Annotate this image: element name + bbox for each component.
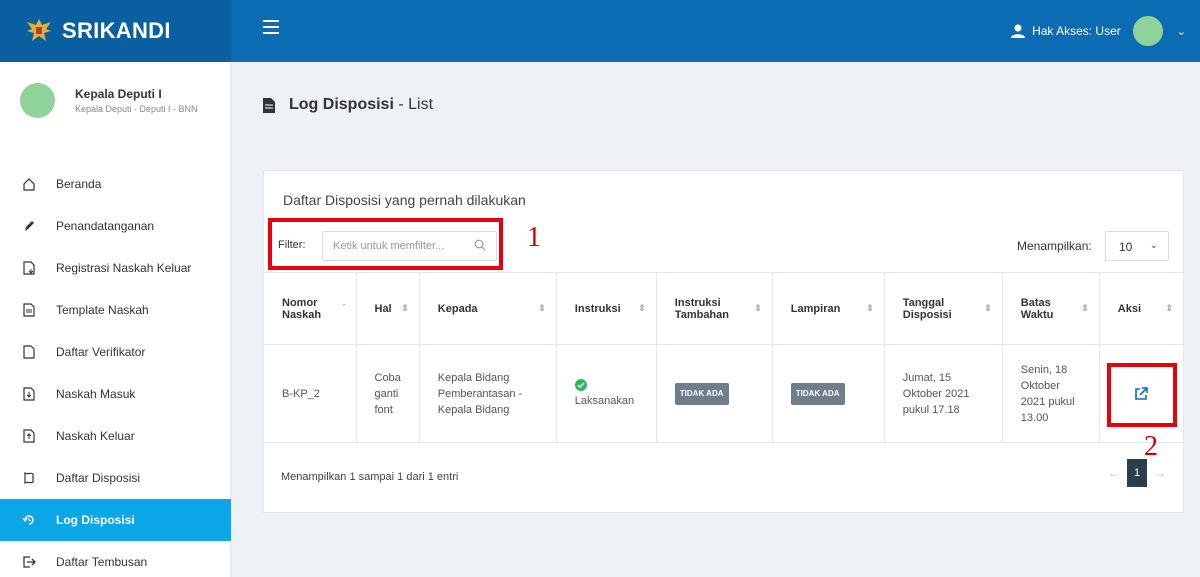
template-icon	[23, 303, 35, 317]
column-header-batas-waktu[interactable]: Batas Waktu ⇕	[1002, 272, 1100, 345]
cell-instruksi: Laksanakan	[556, 344, 657, 443]
next-page-button[interactable]: →	[1149, 466, 1171, 480]
sidebar-item-penandatanganan[interactable]: Penandatanganan	[0, 205, 231, 247]
profile-avatar	[20, 83, 55, 118]
page-header: Log Disposisi - List	[263, 96, 433, 114]
annotation-number-1: 1	[527, 222, 541, 253]
garuda-logo-icon	[27, 19, 51, 41]
sort-icon: ⇕	[984, 303, 992, 313]
cell-hal: Coba ganti font	[356, 344, 420, 443]
top-navbar: SRIKANDI Hak Akses: User ⌄	[0, 0, 1200, 62]
cell-tanggal: Jumat, 15 Oktober 2021 pukul 17.18	[884, 344, 1003, 443]
avatar[interactable]	[1132, 16, 1163, 46]
sort-asc-icon: ˆ	[342, 303, 346, 313]
annotation-number-2: 2	[1144, 431, 1158, 462]
sidebar-item-daftar-disposisi[interactable]: Daftar Disposisi	[0, 457, 231, 499]
cell-lampiran: TIDAK ADA	[772, 344, 885, 443]
cell-kepada: Kepala Bidang Pemberantasan - Kepala Bid…	[419, 344, 557, 443]
table-row: B-KP_2 Coba ganti font Kepala Bidang Pem…	[264, 344, 1183, 443]
sidebar-item-label: Template Naskah	[56, 303, 149, 317]
home-icon	[23, 178, 35, 191]
sidebar-item-label: Log Disposisi	[56, 513, 135, 527]
user-icon	[1011, 24, 1026, 38]
sidebar-item-label: Registrasi Naskah Keluar	[56, 261, 192, 275]
chevron-down-icon: ⌄	[1149, 240, 1158, 251]
cell-nomor: B-KP_2	[264, 344, 357, 443]
chevron-down-icon[interactable]: ⌄	[1177, 25, 1186, 38]
sidebar-item-daftar-tembusan[interactable]: Daftar Tembusan	[0, 541, 231, 577]
column-header-nomor[interactable]: Nomor Naskah ˆ	[264, 272, 357, 345]
sidebar-item-naskah-masuk[interactable]: Naskah Masuk	[0, 373, 231, 415]
column-header-kepada[interactable]: Kepada ⇕	[419, 272, 557, 345]
sidebar-item-naskah-keluar[interactable]: Naskah Keluar	[0, 415, 231, 457]
sidebar-item-daftar-verifikator[interactable]: Daftar Verifikator	[0, 331, 231, 373]
sort-icon: ⇕	[754, 303, 762, 313]
sidebar: Kepala Deputi I Kepala Deputi - Deputi I…	[0, 62, 231, 577]
menu-toggle-icon[interactable]	[263, 20, 279, 34]
sort-icon: ⇕	[538, 303, 546, 313]
prev-page-button[interactable]: ←	[1103, 466, 1125, 480]
annotation-box-action	[1107, 363, 1177, 427]
sidebar-item-label: Daftar Disposisi	[56, 471, 141, 485]
sidebar-item-label: Naskah Keluar	[56, 429, 135, 443]
profile-role: Kepala Deputi - Deputi I - BNN	[75, 104, 198, 114]
page-size-value: 10	[1119, 240, 1133, 254]
access-label: Hak Akses: User	[1032, 24, 1121, 38]
column-header-instruksi-tambahan[interactable]: Instruksi Tambahan ⇕	[656, 272, 773, 345]
check-circle-icon	[574, 378, 587, 391]
sidebar-item-log-disposisi[interactable]: Log Disposisi	[0, 499, 231, 541]
sidebar-item-beranda[interactable]: Beranda	[0, 163, 231, 205]
history-icon	[22, 515, 34, 525]
status-badge: TIDAK ADA	[674, 382, 729, 405]
exit-icon	[23, 556, 36, 568]
column-header-aksi[interactable]: Aksi ⇕	[1099, 272, 1183, 345]
disposition-table: Nomor Naskah ˆ Hal ⇕ Kepada ⇕ Instruksi ⇕ In…	[264, 272, 1183, 443]
sidebar-item-registrasi-naskah-keluar[interactable]: Registrasi Naskah Keluar	[0, 247, 231, 289]
pen-icon	[25, 221, 34, 231]
sidebar-item-label: Daftar Tembusan	[56, 555, 148, 569]
page-button-1[interactable]: 1	[1127, 459, 1147, 487]
sort-icon: ⇕	[1081, 303, 1089, 313]
show-entries-label: Menampilkan:	[1017, 239, 1092, 253]
doc-register-icon	[23, 261, 35, 275]
brand[interactable]: SRIKANDI	[0, 0, 231, 62]
sidebar-item-label: Naskah Masuk	[56, 387, 136, 401]
cell-batas-waktu: Senin, 18 Oktober 2021 pukul 13.00	[1002, 344, 1100, 443]
column-header-tanggal[interactable]: Tanggal Disposisi ⇕	[884, 272, 1003, 345]
status-badge: TIDAK ADA	[790, 382, 845, 405]
instruction-text: Laksanakan	[574, 394, 635, 407]
sort-icon: ⇕	[1165, 303, 1173, 313]
sort-icon: ⇕	[638, 303, 646, 313]
page-title: Log Disposisi - List	[289, 96, 434, 113]
inbox-doc-icon	[23, 387, 35, 401]
disposition-icon	[24, 471, 34, 485]
cell-instruksi-tambahan: TIDAK ADA	[656, 344, 773, 443]
user-menu[interactable]: Hak Akses: User ⌄	[1010, 0, 1200, 62]
profile-name: Kepala Deputi I	[75, 87, 162, 101]
sort-icon: ⇕	[866, 303, 874, 313]
sidebar-menu: Beranda Penandatanganan Registrasi Naska…	[0, 163, 231, 577]
sidebar-item-label: Daftar Verifikator	[56, 345, 146, 359]
brand-name: SRIKANDI	[62, 18, 171, 43]
sidebar-item-template-naskah[interactable]: Template Naskah	[0, 289, 231, 331]
card-title: Daftar Disposisi yang pernah dilakukan	[283, 192, 526, 208]
entries-info: Menampilkan 1 sampai 1 dari 1 entri	[281, 471, 459, 483]
column-header-lampiran[interactable]: Lampiran ⇕	[772, 272, 885, 345]
annotation-box-filter	[268, 218, 503, 270]
table-header-row: Nomor Naskah ˆ Hal ⇕ Kepada ⇕ Instruksi ⇕ In…	[264, 272, 1183, 345]
column-header-hal[interactable]: Hal ⇕	[356, 272, 420, 345]
sort-icon: ⇕	[401, 303, 409, 313]
pagination: ← 1 →	[1103, 459, 1171, 487]
profile: Kepala Deputi I Kepala Deputi - Deputi I…	[20, 83, 198, 118]
sidebar-item-label: Penandatanganan	[56, 219, 155, 233]
verifier-icon	[23, 345, 35, 359]
page-size-select[interactable]: 10 ⌄	[1105, 231, 1169, 261]
outbox-doc-icon	[23, 429, 35, 443]
document-icon	[263, 97, 275, 113]
column-header-instruksi[interactable]: Instruksi ⇕	[556, 272, 657, 345]
sidebar-item-label: Beranda	[56, 177, 102, 191]
